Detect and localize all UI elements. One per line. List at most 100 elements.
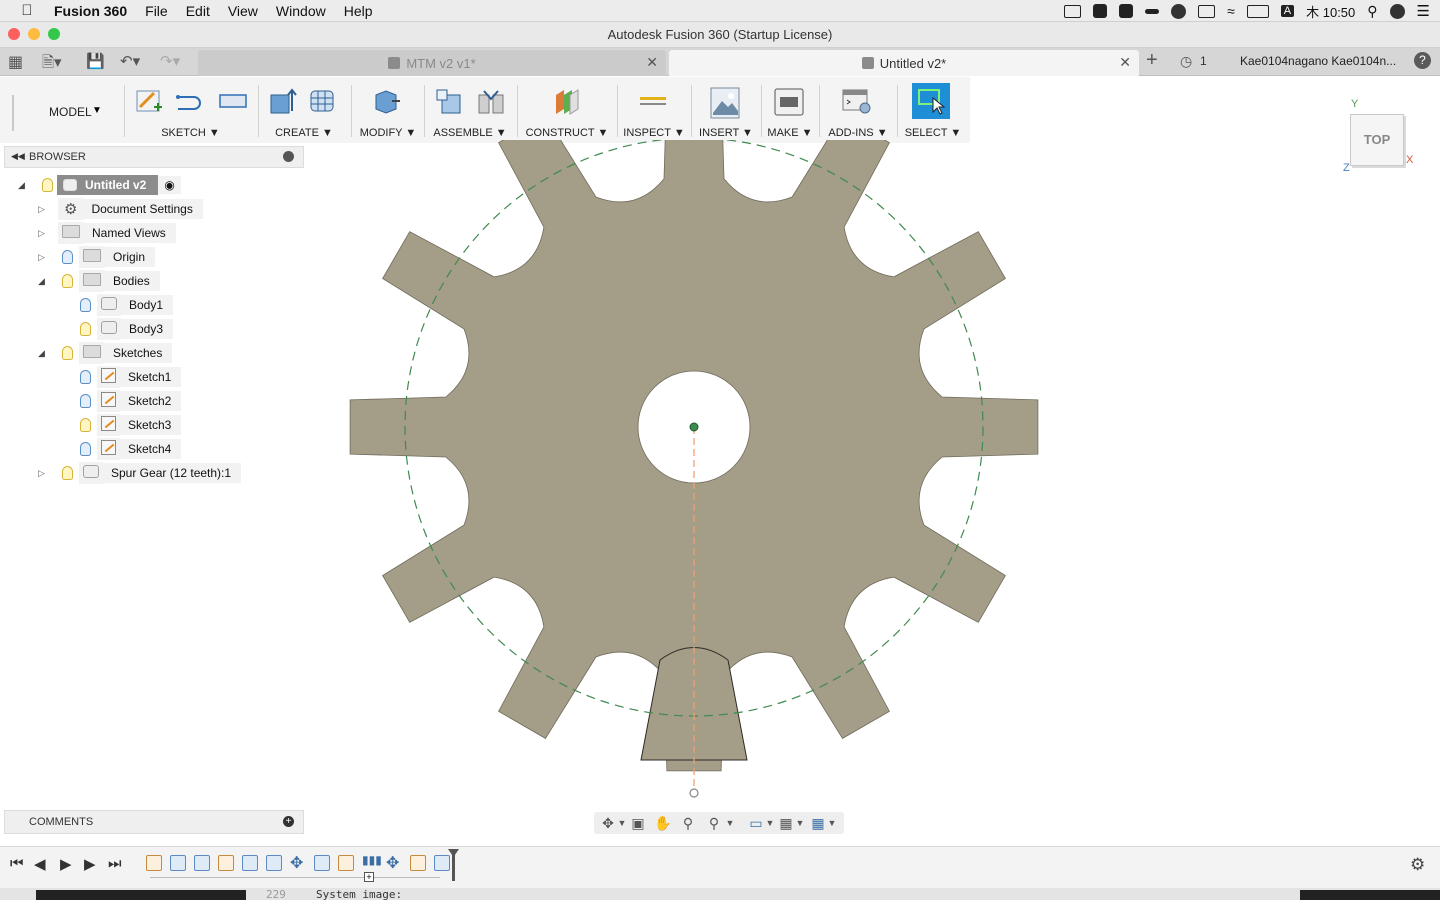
3d-print-icon[interactable] [774, 87, 804, 117]
visibility-bulb-icon[interactable] [62, 466, 73, 480]
new-tab-plus-icon[interactable]: + [1146, 49, 1158, 72]
tree-root-untitled[interactable]: ◢ Untitled v2 ◉ [18, 175, 181, 195]
activate-radio-icon[interactable]: ◉ [158, 176, 181, 194]
form-icon[interactable] [308, 87, 338, 115]
view-cube-top-face[interactable]: TOP [1350, 114, 1404, 166]
select-group[interactable]: SELECT ▼ [902, 81, 964, 141]
zoom-icon[interactable]: ⚲ [680, 815, 696, 831]
root-component-label[interactable]: Untitled v2 [57, 175, 159, 195]
timeline-sketch-feature[interactable] [410, 855, 426, 871]
airplay-icon[interactable] [1198, 4, 1216, 18]
tree-item-origin[interactable]: ▷ Origin [38, 246, 156, 268]
comments-panel[interactable]: COMMENTS + [4, 810, 304, 834]
chevron-down-icon[interactable]: ▼ [824, 815, 840, 831]
visibility-bulb-icon[interactable] [62, 274, 73, 288]
assemble-group[interactable]: ASSEMBLE ▼ [428, 81, 512, 141]
spotlight-search-icon[interactable]: ⚲ [1367, 3, 1377, 20]
origin-point[interactable] [689, 422, 699, 432]
tab-mtm-v2[interactable]: MTM v2 v1* ✕ [198, 50, 666, 76]
visibility-bulb-icon[interactable] [62, 250, 73, 264]
timeline-sketch-feature[interactable] [218, 855, 234, 871]
tree-item-sketch2[interactable]: Sketch2 [80, 390, 182, 412]
tree-item-sketch3[interactable]: Sketch3 [80, 414, 182, 436]
expand-triangle-icon[interactable]: ◢ [38, 348, 62, 359]
visibility-bulb-icon[interactable] [42, 178, 53, 192]
scripts-add-ins-icon[interactable] [842, 87, 872, 115]
tree-item-sketches[interactable]: ◢ Sketches [38, 342, 173, 364]
workspace-switcher[interactable]: MODEL ▼ [28, 81, 120, 141]
pin-panel-icon[interactable] [283, 151, 294, 162]
close-tab-icon[interactable]: ✕ [1119, 54, 1131, 71]
apple-icon[interactable]:  [0, 2, 54, 19]
timeline-sketch-feature[interactable] [338, 855, 354, 871]
expand-triangle-icon[interactable]: ▷ [38, 228, 58, 239]
press-pull-icon[interactable] [372, 87, 402, 115]
browser-header[interactable]: ◀◀ BROWSER [4, 146, 304, 168]
menu-file[interactable]: File [136, 3, 177, 19]
create-sketch-icon[interactable] [134, 87, 164, 115]
add-ins-group[interactable]: ADD-INS ▼ [824, 81, 892, 141]
create-group[interactable]: CREATE ▼ [262, 81, 346, 141]
visibility-bulb-icon[interactable] [80, 418, 91, 432]
undo-icon[interactable]: ↶▾ [120, 52, 140, 70]
visibility-bulb-icon[interactable] [80, 442, 91, 456]
go-to-end-icon[interactable]: ⏭ [108, 855, 122, 872]
sketch-point[interactable] [689, 788, 699, 798]
menu-app-name[interactable]: Fusion 360 [54, 3, 136, 19]
new-component-icon[interactable] [434, 87, 464, 115]
collapse-panel-icon[interactable]: ◀◀ [11, 151, 25, 162]
user-account[interactable]: Kae0104nagano Kae0104n... [1240, 54, 1396, 68]
evernote-icon[interactable] [1171, 3, 1187, 19]
menu-edit[interactable]: Edit [177, 3, 219, 19]
close-tab-icon[interactable]: ✕ [646, 54, 658, 71]
timeline-combine-feature[interactable] [314, 855, 330, 871]
menu-view[interactable]: View [219, 3, 267, 19]
make-group[interactable]: MAKE ▼ [766, 81, 814, 141]
tree-item-sketch1[interactable]: Sketch1 [80, 366, 182, 388]
sketch-group[interactable]: SKETCH ▼ [128, 81, 253, 141]
timeline-extrude-feature[interactable] [266, 855, 282, 871]
file-menu-icon[interactable]: 🗎▾ [42, 52, 62, 77]
tree-item-body3[interactable]: Body3 [80, 318, 174, 340]
timeline-settings-gear-icon[interactable]: ⚙ [1410, 855, 1425, 875]
visibility-bulb-icon[interactable] [80, 322, 91, 336]
insert-canvas-icon[interactable] [710, 87, 740, 119]
modify-group[interactable]: MODIFY ▼ [356, 81, 420, 141]
add-comment-icon[interactable]: + [283, 816, 294, 827]
notification-center-icon[interactable]: ☰ [1417, 2, 1430, 20]
fit-icon[interactable]: ⚲ [706, 815, 722, 831]
tree-item-document-settings[interactable]: ▷ ⚙ Document Settings [38, 198, 203, 220]
battery-icon[interactable] [1246, 4, 1269, 18]
timeline-move-feature[interactable]: ✥ [290, 853, 303, 873]
visibility-bulb-icon[interactable] [80, 298, 91, 312]
expand-triangle-icon[interactable]: ◢ [18, 180, 42, 191]
expand-triangle-icon[interactable]: ▷ [38, 252, 62, 263]
help-icon[interactable]: ? [1414, 52, 1431, 69]
look-at-icon[interactable]: ▣ [630, 815, 646, 831]
siri-icon[interactable] [1389, 3, 1405, 19]
offset-plane-icon[interactable] [552, 87, 582, 115]
input-source-indicator[interactable]: A [1280, 5, 1295, 17]
step-back-icon[interactable]: ◀ [34, 855, 46, 873]
shield-icon[interactable] [1119, 4, 1134, 18]
construct-group[interactable]: CONSTRUCT ▼ [522, 81, 612, 141]
insert-group[interactable]: INSERT ▼ [696, 81, 756, 141]
step-forward-icon[interactable]: ▶ [84, 855, 96, 873]
view-cube[interactable]: TOP Y X Z [1342, 98, 1420, 178]
tree-item-sketch4[interactable]: Sketch4 [80, 438, 182, 460]
tree-item-named-views[interactable]: ▷ Named Views [38, 222, 176, 244]
dash-icon[interactable] [1145, 8, 1160, 14]
chevron-down-icon[interactable]: ▼ [614, 815, 630, 831]
wifi-icon[interactable]: ≈ [1227, 3, 1235, 19]
menu-help[interactable]: Help [335, 3, 382, 19]
tab-untitled-v2[interactable]: Untitled v2* ✕ [669, 50, 1139, 76]
line-icon[interactable] [174, 87, 204, 115]
redo-icon[interactable]: ↷▾ [160, 52, 180, 70]
timeline-pattern-feature[interactable]: ▮▮▮ [362, 853, 382, 867]
timeline-extrude-feature[interactable] [194, 855, 210, 871]
timeline-extrude-feature[interactable] [242, 855, 258, 871]
go-to-start-icon[interactable]: ⏮ [10, 855, 24, 872]
visibility-bulb-icon[interactable] [80, 370, 91, 384]
measure-icon[interactable] [638, 87, 668, 115]
inspect-group[interactable]: INSPECT ▼ [622, 81, 686, 141]
